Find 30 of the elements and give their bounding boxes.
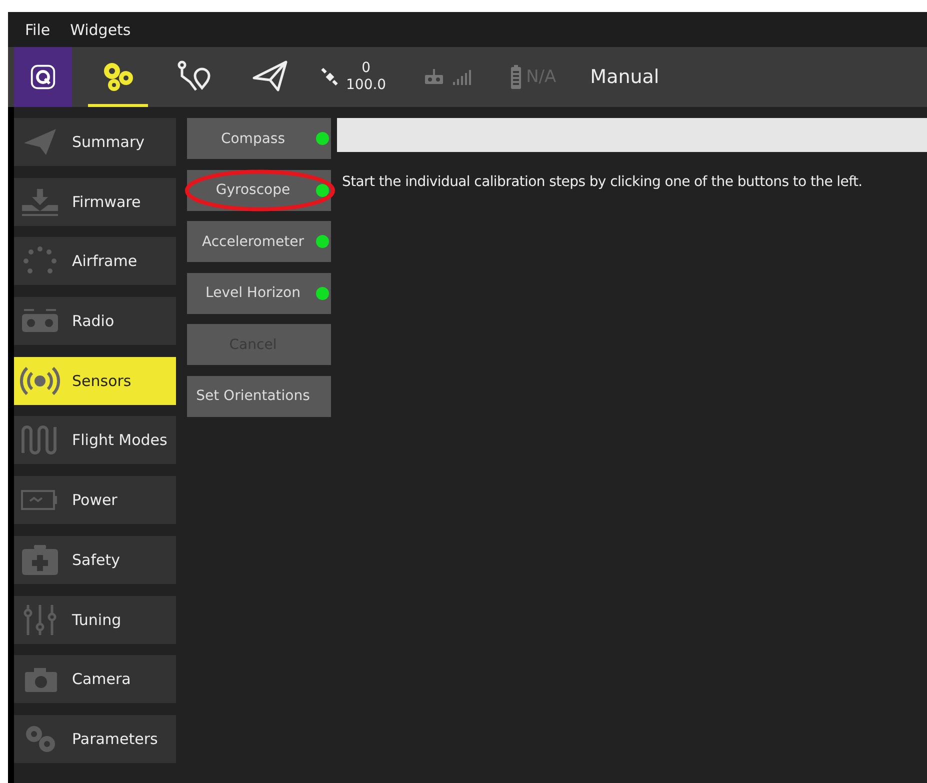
sidebar-item[interactable]: Parameters (14, 714, 176, 763)
logo-icon (30, 64, 56, 90)
logo-button[interactable] (14, 47, 72, 107)
sidebar-item[interactable]: Radio (14, 297, 176, 346)
calibration-button[interactable]: Accelerometer (187, 221, 331, 262)
sidebar-item[interactable]: Airframe (14, 237, 176, 286)
sidebar-item[interactable]: Safety (14, 536, 176, 584)
sidebar-item[interactable]: Sensors (14, 356, 176, 405)
paper-plane-icon (252, 60, 288, 92)
signal-bars-icon (452, 69, 472, 85)
sidebar-item[interactable]: Tuning (14, 596, 176, 644)
radio-controller-icon (424, 69, 444, 85)
menu-item[interactable]: Widgets (70, 20, 131, 38)
sidebar-item[interactable]: Flight Modes (14, 416, 176, 464)
calibration-button[interactable]: Set Orientations (187, 376, 331, 416)
sidebar-item[interactable]: Firmware (14, 178, 176, 226)
calibration-button[interactable]: Compass (187, 118, 331, 159)
sidebar-item[interactable]: Power (14, 476, 176, 524)
first-aid-kit-icon (20, 542, 60, 577)
calibration-button[interactable]: Level Horizon (187, 272, 331, 314)
sidebar-item[interactable]: Summary (14, 118, 176, 166)
gps-hdop: 100.0 (346, 77, 386, 94)
menu-item[interactable]: File (25, 20, 50, 38)
route-pin-icon (176, 60, 212, 92)
sidebar-item[interactable]: Camera (14, 655, 176, 704)
battery-icon (510, 65, 522, 89)
satellite-icon (320, 67, 340, 87)
instructions-text: Start the individual calibration steps by clicking one of the buttons to the left. (342, 174, 864, 190)
flight-mode[interactable]: Manual (590, 66, 660, 88)
satellite-count: 0 (362, 60, 370, 77)
